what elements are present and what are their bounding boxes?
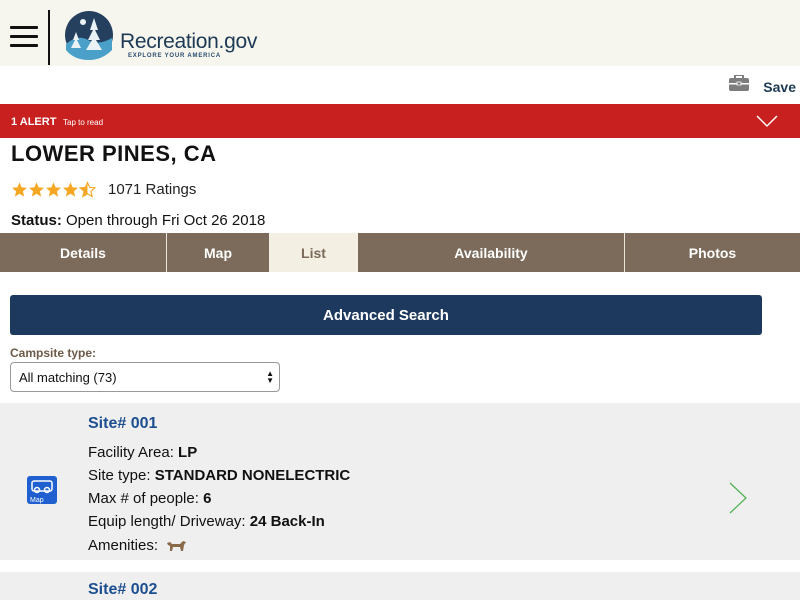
facility-area-value: LP [178,444,198,461]
logo-text: Recreation.gov [120,30,258,53]
campsite-type-value: All matching (73) [19,370,117,385]
star-icon [63,182,78,197]
half-star-icon [79,181,96,198]
star-icon [12,182,27,197]
site-card[interactable]: Site# 002 [0,572,800,600]
equip-length-row: Equip length/ Driveway: 24 Back-In [88,513,325,530]
select-arrows-icon: ▲ ▼ [266,369,274,385]
site-map-button[interactable]: Map [27,476,57,504]
star-rating [11,181,96,198]
briefcase-icon [729,75,750,91]
facility-title: LOWER PINES, CA [11,141,217,166]
equip-length-value: 24 Back-In [249,513,325,530]
facility-area-row: Facility Area: LP [88,444,197,461]
site-title[interactable]: Site# 002 [88,581,157,599]
star-icon [29,182,44,197]
save-label: Save [763,79,796,95]
site-type-value: STANDARD NONELECTRIC [154,467,351,484]
max-people-label: Max # of people: [88,490,199,507]
advanced-search-button[interactable]: Advanced Search [10,295,762,335]
logo-emblem-icon [65,11,113,60]
tab-details[interactable]: Details [0,233,166,272]
ratings-count[interactable]: 1071 Ratings [108,181,196,198]
amenities-row: Amenities: [88,537,187,554]
tab-map[interactable]: Map [167,233,269,272]
map-icon [31,480,53,494]
facility-tabs: Details Map List Availability Photos [0,233,800,272]
site-title[interactable]: Site# 001 [88,415,157,433]
top-header: Recreation.gov EXPLORE YOUR AMERICA [0,0,800,66]
max-people-value: 6 [203,490,212,507]
pet-dog-icon [167,541,187,551]
site-card[interactable]: Site# 001 Map Facility Area: LP Site typ… [0,403,800,560]
save-button[interactable]: Save [729,75,796,98]
header-divider [48,10,50,65]
recreation-gov-logo[interactable]: Recreation.gov EXPLORE YOUR AMERICA [64,10,264,62]
status-label: Status: [11,212,62,229]
logo-tagline: EXPLORE YOUR AMERICA [128,53,222,59]
site-type-label: Site type: [88,467,151,484]
facility-status: Status: Open through Fri Oct 26 2018 [11,212,265,229]
amenities-label: Amenities: [88,537,159,554]
chevron-down-icon[interactable] [756,114,778,128]
chevron-right-icon[interactable] [728,481,748,515]
facility-area-label: Facility Area: [88,444,174,461]
alert-banner[interactable]: 1 ALERT Tap to read [0,104,800,138]
campsite-type-label: Campsite type: [10,346,97,360]
tab-list[interactable]: List [269,233,358,272]
site-type-row: Site type: STANDARD NONELECTRIC [88,467,350,484]
max-people-row: Max # of people: 6 [88,490,211,507]
hamburger-menu-icon[interactable] [10,26,38,48]
tab-photos[interactable]: Photos [625,233,800,272]
alert-count: 1 ALERT [11,116,57,128]
map-button-label: Map [30,497,44,504]
alert-tap-text: Tap to read [63,118,104,127]
star-icon [46,182,61,197]
equip-length-label: Equip length/ Driveway: [88,513,246,530]
campsite-type-select[interactable]: All matching (73) ▲ ▼ [10,362,280,392]
status-value: Open through Fri Oct 26 2018 [66,212,266,229]
tab-availability[interactable]: Availability [358,233,624,272]
